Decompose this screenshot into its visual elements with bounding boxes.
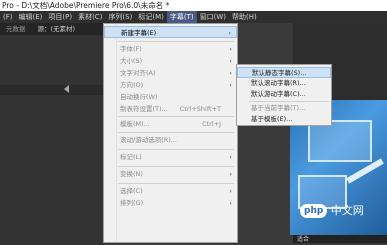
submenu-item-default-crawl[interactable]: 默认游动字幕(C)... [237, 89, 331, 100]
chevron-right-icon: › [228, 29, 231, 37]
menu-item-label: 排列(G) [120, 199, 144, 207]
chevron-left-icon[interactable] [64, 85, 69, 93]
menu-separator [118, 41, 234, 42]
chevron-right-icon: › [229, 45, 232, 53]
chevron-right-icon: › [229, 187, 232, 195]
menu-separator [118, 116, 234, 117]
menu-item-label: 变换(N) [120, 170, 143, 178]
menu-item-label: 模板(M)... [120, 120, 150, 128]
window-title: Pro - D:\文档\Adobe\Premiere Pro\6.0\未命名 * [0, 0, 387, 11]
menu-item-label: 默认游动字幕(C)... [251, 90, 306, 98]
menu-file[interactable]: (F) [0, 11, 16, 23]
menu-item-label: 基于当前字幕(T)... [251, 104, 306, 112]
menu-marker[interactable]: 标记(M) [135, 11, 167, 23]
menu-item-label: 制表符设置(T)... [120, 105, 168, 113]
menu-separator [118, 132, 234, 133]
menu-item-orientation[interactable]: 方向(O) › [104, 79, 237, 91]
diagram-arrow [346, 158, 384, 184]
menu-item-label: 大小(S) [120, 57, 143, 65]
tab-metadata[interactable]: 元数据 [0, 23, 32, 35]
chevron-right-icon: › [229, 153, 232, 161]
menu-title[interactable]: 字幕(T) [166, 11, 197, 23]
menu-sequence[interactable]: 序列(S) [105, 11, 135, 23]
menu-item-shortcut: Ctrl+J [202, 120, 221, 128]
watermark: php 中文网 [300, 200, 380, 222]
watermark-text: 中文网 [330, 204, 364, 217]
menu-item-label: 自动换行(W) [120, 93, 158, 101]
menu-item-label: 字体(F) [120, 45, 142, 53]
menu-item-label: 滚动/游动选项(R)... [120, 136, 177, 144]
menu-item-label: 默认滚动字幕(R)... [251, 79, 306, 87]
menu-bar: (F) 编辑(E) 项目(P) 素材(C) 序列(S) 标记(M) 字幕(T) … [0, 11, 387, 23]
monitor-bottom-bar: 适合 [293, 235, 387, 243]
chevron-right-icon: › [229, 170, 232, 178]
menu-item-word-wrap[interactable]: 自动换行(W) [104, 91, 237, 103]
menu-item-label: 文字对齐(A) [120, 69, 156, 77]
title-menu: 新建字幕(E) › 字体(F) › 大小(S) › 文字对齐(A) › 方向(O… [103, 23, 238, 243]
menu-item-new-title[interactable]: 新建字幕(E) › [104, 26, 237, 38]
chevron-right-icon: › [229, 69, 232, 77]
panel-row [0, 85, 105, 95]
menu-item-label: 默认静态字幕(S)... [252, 69, 307, 77]
tab-source[interactable]: 源：(无素材) [32, 23, 82, 35]
menu-separator [118, 149, 234, 150]
menu-item-logo[interactable]: 标记(L) › [104, 151, 237, 163]
menu-item-templates[interactable]: 模板(M)... Ctrl+J [104, 118, 237, 130]
submenu-item-default-still[interactable]: 默认静态字幕(S)... [237, 67, 331, 78]
menu-item-label: 基于模板(E)... [251, 115, 293, 123]
menu-item-label: 新建字幕(E) [121, 29, 157, 37]
submenu-item-based-on-current[interactable]: 基于当前字幕(T)... [237, 103, 331, 114]
chevron-right-icon: › [229, 199, 232, 207]
menu-item-text-align[interactable]: 文字对齐(A) › [104, 67, 237, 79]
menu-item-label: 标记(L) [120, 153, 142, 161]
menu-item-label: 方向(O) [120, 81, 144, 89]
panel-tabbar: 元数据 源：(无素材) [0, 23, 105, 35]
menu-window[interactable]: 窗口(W) [197, 11, 229, 23]
menu-separator [249, 101, 329, 102]
fit-dropdown[interactable]: 适合 [293, 236, 309, 243]
menu-help[interactable]: 帮助(H) [229, 11, 260, 23]
menu-item-transform[interactable]: 变换(N) › [104, 168, 237, 180]
menu-edit[interactable]: 编辑(E) [16, 11, 46, 23]
new-title-submenu: 默认静态字幕(S)... 默认滚动字幕(R)... 默认游动字幕(C)... 基… [236, 64, 332, 126]
submenu-item-default-roll[interactable]: 默认滚动字幕(R)... [237, 78, 331, 89]
chevron-right-icon: › [229, 81, 232, 89]
diagram-box [308, 120, 372, 162]
menu-project[interactable]: 项目(P) [45, 11, 75, 23]
menu-item-select[interactable]: 选择(C) › [104, 185, 237, 197]
menu-separator [118, 183, 234, 184]
menu-item-label: 选择(C) [120, 187, 143, 195]
php-logo: php [300, 204, 328, 218]
menu-item-arrange[interactable]: 排列(G) › [104, 197, 237, 209]
menu-separator [118, 166, 234, 167]
menu-item-size[interactable]: 大小(S) › [104, 55, 237, 67]
menu-item-font[interactable]: 字体(F) › [104, 43, 237, 55]
chevron-right-icon: › [229, 57, 232, 65]
menu-item-tab-stops[interactable]: 制表符设置(T)... Ctrl+Shift+T [104, 103, 237, 115]
menu-clip[interactable]: 素材(C) [75, 11, 105, 23]
menu-item-shortcut: Ctrl+Shift+T [179, 105, 221, 113]
submenu-item-based-on-template[interactable]: 基于模板(E)... [237, 114, 331, 125]
source-panel [0, 35, 105, 245]
menu-item-roll-crawl[interactable]: 滚动/游动选项(R)... [104, 134, 237, 146]
